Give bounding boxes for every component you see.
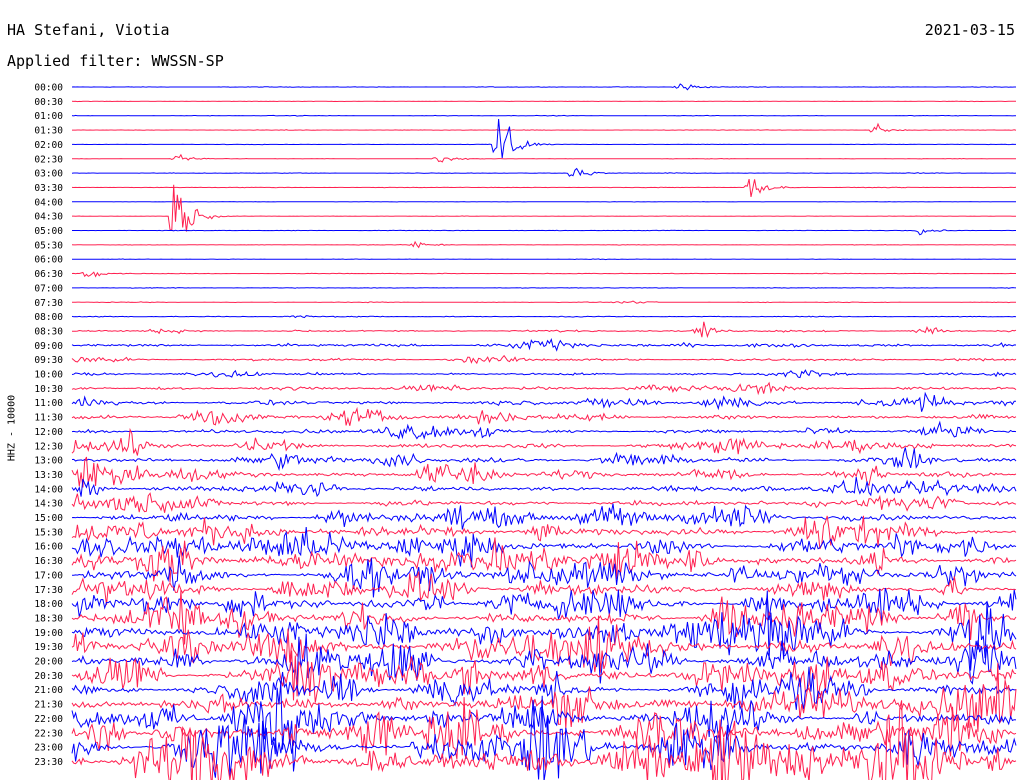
time-tick-labels: 00:00 00:30 01:00 01:30 02:00 02:30 03:00 03:30… xyxy=(34,83,63,768)
time-tick-label: 01:00 xyxy=(34,111,63,122)
record-date: 2021-03-15 xyxy=(924,21,1015,39)
trace-0900 xyxy=(71,338,1017,352)
trace-0930 xyxy=(71,354,1017,365)
time-tick-label: 05:00 xyxy=(34,226,63,237)
time-tick-label: 17:00 xyxy=(34,570,63,581)
time-tick-label: 07:00 xyxy=(34,283,63,294)
time-tick-label: 22:30 xyxy=(34,728,63,739)
time-tick-label: 20:00 xyxy=(34,657,63,668)
trace-0030 xyxy=(71,100,1016,103)
time-tick-label: 12:00 xyxy=(34,427,63,438)
trace-1830 xyxy=(71,589,1017,645)
time-tick-label: 01:30 xyxy=(34,126,63,137)
trace-1700 xyxy=(71,555,1017,598)
time-tick-label: 15:00 xyxy=(34,513,63,524)
time-tick-label: 20:30 xyxy=(34,671,63,682)
trace-0500 xyxy=(72,228,1016,236)
trace-0000 xyxy=(71,83,1016,91)
time-tick-label: 17:30 xyxy=(34,585,63,596)
trace-1200 xyxy=(71,420,1017,440)
time-tick-label: 09:30 xyxy=(34,355,63,366)
trace-0200 xyxy=(72,118,1016,159)
trace-0730 xyxy=(72,300,1016,304)
seismogram-traces xyxy=(71,83,1017,780)
time-tick-label: 21:30 xyxy=(34,700,63,711)
trace-0600 xyxy=(72,258,1017,261)
time-tick-label: 04:00 xyxy=(34,197,63,208)
trace-2300 xyxy=(71,695,1017,780)
trace-1930 xyxy=(71,615,1017,673)
filter-label: Applied filter: WWSSN-SP xyxy=(7,52,224,70)
helicorder-plot: 00:00 00:30 01:00 01:30 02:00 02:30 03:00 03:30… xyxy=(34,83,1017,780)
time-tick-label: 12:30 xyxy=(34,441,63,452)
time-tick-label: 02:30 xyxy=(34,154,63,165)
time-tick-label: 10:30 xyxy=(34,384,63,395)
time-tick-label: 10:00 xyxy=(34,370,63,381)
trace-1500 xyxy=(71,503,1017,530)
time-tick-label: 08:00 xyxy=(34,312,63,323)
trace-2030 xyxy=(71,650,1017,703)
time-tick-label: 09:00 xyxy=(34,341,63,352)
channel-label: HHZ - 10000 xyxy=(6,394,18,462)
time-tick-label: 11:30 xyxy=(34,413,63,424)
trace-1230 xyxy=(71,427,1017,456)
trace-1300 xyxy=(71,447,1017,472)
time-tick-label: 06:00 xyxy=(34,255,63,266)
trace-1100 xyxy=(71,391,1016,412)
trace-1000 xyxy=(71,369,1017,379)
time-tick-label: 14:30 xyxy=(34,499,63,510)
time-tick-label: 19:00 xyxy=(34,628,63,639)
time-tick-label: 08:30 xyxy=(34,326,63,337)
time-tick-label: 18:30 xyxy=(34,613,63,624)
trace-0330 xyxy=(71,178,1017,198)
time-tick-label: 00:00 xyxy=(34,83,63,94)
trace-0630 xyxy=(71,271,1016,278)
trace-1030 xyxy=(71,381,1017,396)
trace-0130 xyxy=(72,122,1017,133)
time-tick-label: 22:00 xyxy=(34,714,63,725)
time-tick-label: 23:00 xyxy=(34,743,63,754)
time-tick-label: 11:00 xyxy=(34,398,63,409)
time-tick-label: 00:30 xyxy=(34,97,63,108)
time-tick-label: 14:00 xyxy=(34,484,63,495)
time-tick-label: 02:00 xyxy=(34,140,63,151)
trace-0800 xyxy=(71,315,1017,319)
trace-0530 xyxy=(71,240,1017,249)
trace-0230 xyxy=(71,153,1017,163)
trace-0300 xyxy=(71,167,1017,177)
time-tick-label: 23:30 xyxy=(34,757,63,768)
time-tick-label: 04:30 xyxy=(34,212,63,223)
station-name: HA Stefani, Viotia xyxy=(7,21,170,39)
time-tick-label: 21:00 xyxy=(34,685,63,696)
trace-0100 xyxy=(71,114,1016,117)
time-tick-label: 03:30 xyxy=(34,183,63,194)
trace-1530 xyxy=(71,515,1017,550)
time-tick-label: 05:30 xyxy=(34,240,63,251)
trace-0700 xyxy=(72,287,1017,289)
time-tick-label: 06:30 xyxy=(34,269,63,280)
trace-1400 xyxy=(71,477,1017,498)
trace-0430 xyxy=(72,184,1016,232)
trace-1800 xyxy=(71,587,1017,623)
time-tick-label: 16:30 xyxy=(34,556,63,567)
time-tick-label: 07:30 xyxy=(34,298,63,309)
trace-1430 xyxy=(71,492,1017,513)
time-tick-label: 19:30 xyxy=(34,642,63,653)
time-tick-label: 18:00 xyxy=(34,599,63,610)
trace-1130 xyxy=(71,406,1017,426)
time-tick-label: 13:30 xyxy=(34,470,63,481)
trace-0830 xyxy=(72,321,1017,339)
time-tick-label: 16:00 xyxy=(34,542,63,553)
time-tick-label: 13:00 xyxy=(34,456,63,467)
time-tick-label: 15:30 xyxy=(34,527,63,538)
time-tick-label: 03:00 xyxy=(34,169,63,180)
